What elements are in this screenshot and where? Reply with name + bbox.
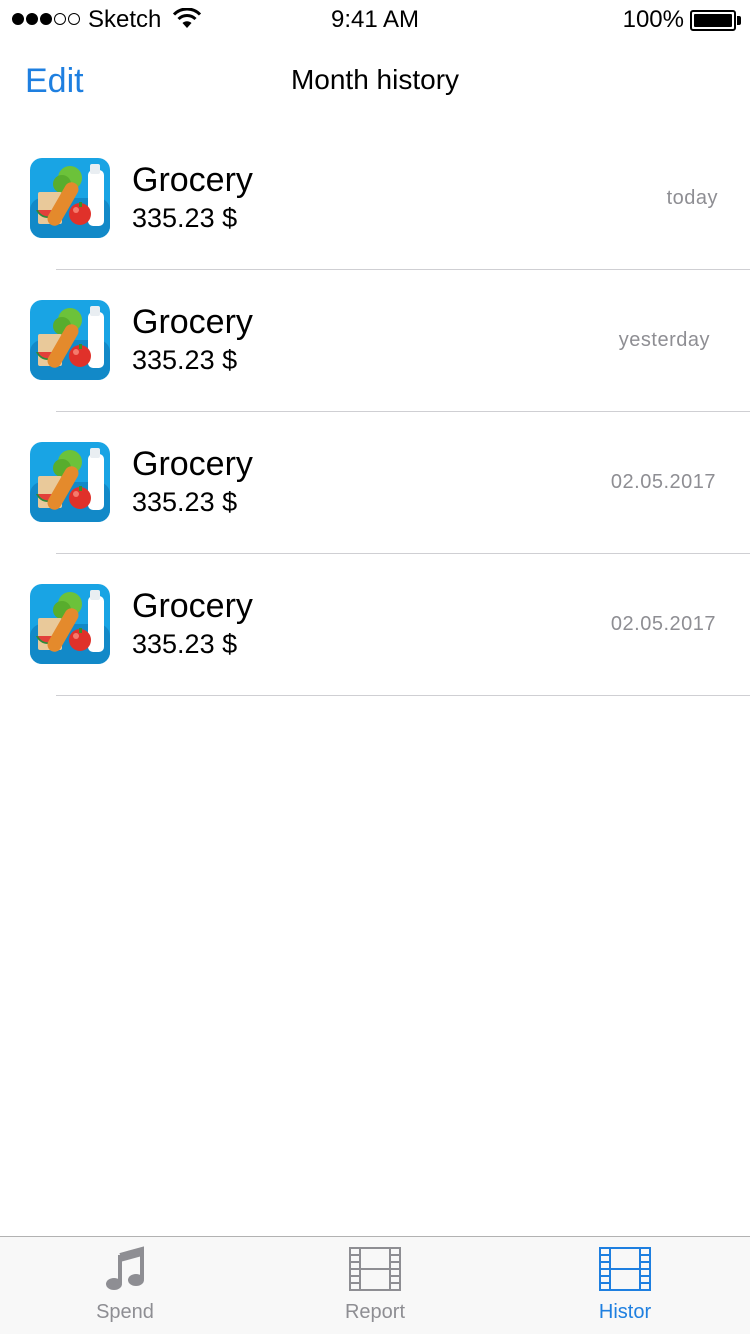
list-item[interactable]: Grocery 335.23 $ 02.05.2017 xyxy=(0,412,750,554)
tab-report[interactable]: Report xyxy=(250,1237,500,1334)
list-item[interactable]: Grocery 335.23 $ yesterday xyxy=(0,270,750,412)
history-list: Grocery 335.23 $ today Grocery 335.23 $ … xyxy=(0,128,750,696)
screen: Sketch 9:41 AM 100% Edit Month history G… xyxy=(0,0,750,1334)
page-title: Month history xyxy=(290,64,460,95)
tab-history[interactable]: Histor xyxy=(500,1237,750,1334)
navigation-bar: Edit Month history xyxy=(0,40,750,128)
row-category: Grocery xyxy=(132,161,253,199)
battery-level xyxy=(694,14,732,27)
row-amount: 335.23 $ xyxy=(132,487,238,517)
row-date: yesterday xyxy=(618,329,710,351)
battery-percentage: 100% xyxy=(622,6,684,33)
grocery-icon xyxy=(30,584,110,664)
tab-bar: Spend Report Histor xyxy=(0,1236,750,1334)
row-amount: 335.23 $ xyxy=(132,345,238,375)
row-date: 02.05.2017 xyxy=(610,471,716,493)
tab-label: Spend xyxy=(96,1301,154,1323)
tab-label: Histor xyxy=(598,1301,652,1323)
grocery-icon xyxy=(30,158,110,238)
row-amount: 335.23 $ xyxy=(132,203,238,233)
tab-label: Report xyxy=(344,1301,406,1323)
list-item[interactable]: Grocery 335.23 $ today xyxy=(0,128,750,270)
row-separator xyxy=(56,695,750,696)
film-strip-icon xyxy=(599,1247,651,1291)
list-item[interactable]: Grocery 335.23 $ 02.05.2017 xyxy=(0,554,750,696)
row-date: today xyxy=(666,187,718,209)
battery-icon xyxy=(690,10,736,31)
tab-spend[interactable]: Spend xyxy=(0,1237,250,1334)
row-date: 02.05.2017 xyxy=(610,613,716,635)
status-bar: Sketch 9:41 AM 100% xyxy=(0,0,750,40)
row-category: Grocery xyxy=(132,587,253,625)
grocery-icon xyxy=(30,442,110,522)
row-category: Grocery xyxy=(132,303,253,341)
grocery-icon xyxy=(30,300,110,380)
battery-cap xyxy=(737,16,741,25)
film-strip-icon xyxy=(349,1247,401,1291)
row-category: Grocery xyxy=(132,445,253,483)
music-note-icon xyxy=(106,1246,144,1290)
row-amount: 335.23 $ xyxy=(132,629,238,659)
